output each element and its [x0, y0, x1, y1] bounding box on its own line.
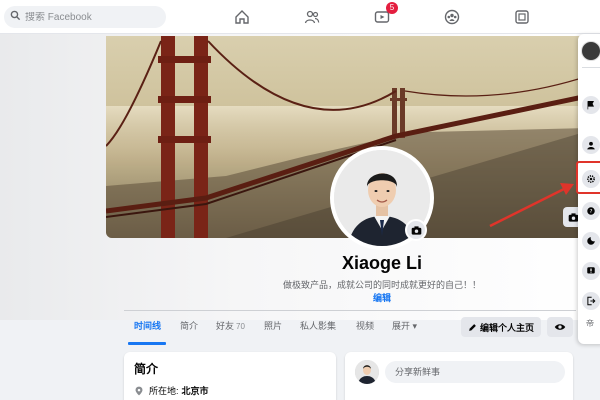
- dropdown-caret-icon: ▾: [412, 321, 418, 331]
- friends-icon[interactable]: [303, 8, 321, 26]
- pencil-icon: [469, 323, 476, 331]
- location-pin-icon: [135, 386, 143, 395]
- groups-icon[interactable]: [443, 8, 461, 26]
- tab-videos[interactable]: 视频: [356, 319, 374, 332]
- edit-bio-link[interactable]: 编辑: [355, 291, 409, 304]
- search-icon: [10, 8, 21, 26]
- logout-icon[interactable]: [582, 292, 600, 310]
- side-panel-divider: [582, 67, 600, 68]
- gaming-icon[interactable]: [513, 8, 531, 26]
- watch-notification-badge: 5: [386, 2, 398, 14]
- tab-more[interactable]: 展开 ▾: [392, 319, 417, 332]
- svg-text:?: ?: [590, 209, 593, 215]
- composer-input[interactable]: [385, 361, 565, 383]
- tab-timeline[interactable]: 时间线: [134, 319, 161, 332]
- intro-title: 简介: [134, 362, 159, 376]
- search-input[interactable]: [25, 11, 155, 23]
- top-navigation-bar: 5: [0, 0, 600, 34]
- eye-icon: [554, 324, 566, 330]
- account-icon[interactable]: [582, 136, 600, 154]
- highlight-box: [576, 161, 600, 194]
- edit-avatar-camera-icon[interactable]: [405, 219, 427, 241]
- profile-bio: 做极致产品，成就公司的同时成就更好的自己！！: [282, 280, 481, 290]
- profile-name: Xiaoge Li: [341, 253, 422, 273]
- view-as-button[interactable]: [547, 317, 573, 337]
- edit-profile-button[interactable]: 编辑个人主页: [461, 317, 541, 337]
- flag-icon[interactable]: [582, 96, 600, 114]
- post-composer-card: [345, 352, 573, 400]
- tab-about[interactable]: 简介: [180, 319, 198, 332]
- side-panel-avatar[interactable]: [581, 41, 600, 61]
- side-panel-footer-text: 帝: [586, 319, 594, 328]
- watch-icon[interactable]: 5: [373, 2, 398, 26]
- tab-friends[interactable]: 好友 70: [216, 319, 245, 332]
- tab-private-albums[interactable]: 私人影集: [300, 319, 336, 332]
- intro-card: 简介 所在地: 北京市: [124, 352, 336, 400]
- tab-photos[interactable]: 照片: [264, 319, 282, 332]
- location-value[interactable]: 北京市: [182, 384, 209, 397]
- friends-count: 70: [236, 322, 245, 331]
- composer-avatar[interactable]: [355, 360, 379, 384]
- feedback-icon[interactable]: [582, 262, 600, 280]
- home-icon[interactable]: [233, 8, 251, 26]
- location-label: 所在地:: [149, 386, 179, 396]
- display-icon[interactable]: [582, 232, 600, 250]
- search-box[interactable]: [4, 6, 166, 28]
- intro-location: 所在地: 北京市: [134, 384, 209, 397]
- help-icon[interactable]: ?: [582, 202, 600, 220]
